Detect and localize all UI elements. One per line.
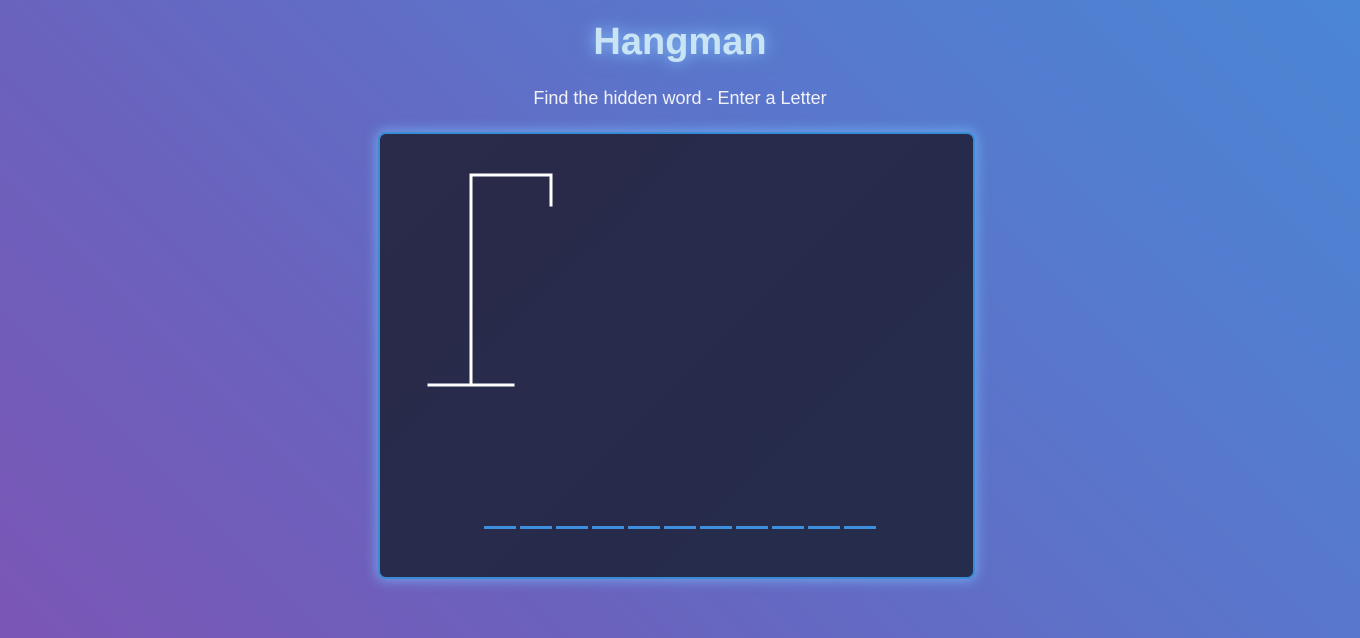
letter-slot [484,526,516,529]
letter-slot [772,526,804,529]
letter-slot [556,526,588,529]
gallows-drawing [427,173,553,387]
letter-slot [592,526,624,529]
letter-slot [808,526,840,529]
letter-slot [700,526,732,529]
hidden-word [484,526,876,530]
game-instructions: Find the hidden word - Enter a Letter [533,88,827,108]
game-title: Hangman [593,21,767,63]
letter-slot [628,526,660,529]
letter-slot [664,526,696,529]
letter-slot [520,526,552,529]
letter-slot [736,526,768,529]
game-board [378,132,975,579]
letter-slot [844,526,876,529]
